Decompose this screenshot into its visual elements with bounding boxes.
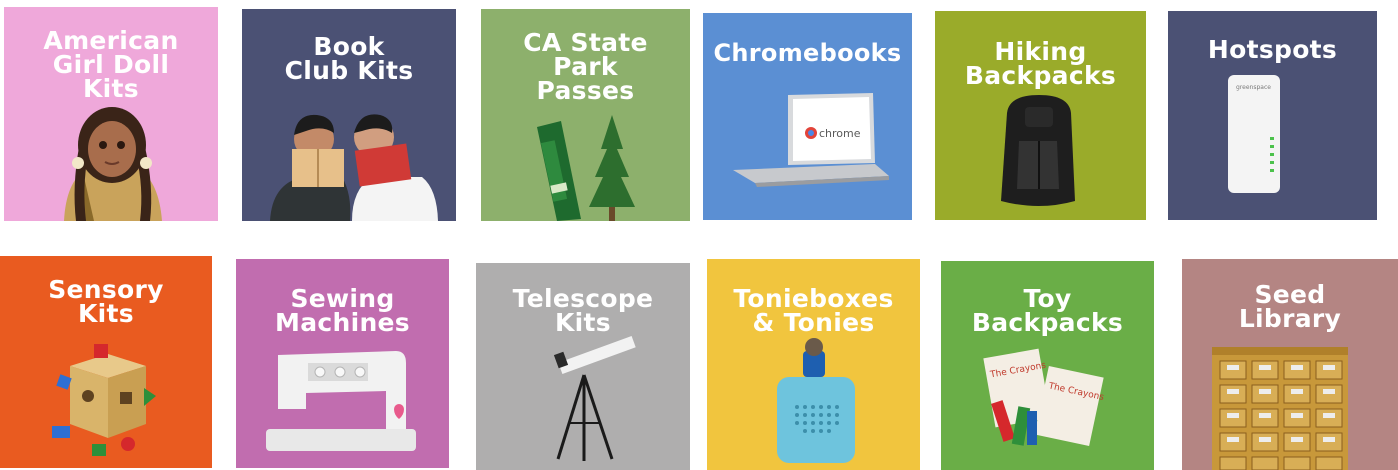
sewing-machine-image	[266, 351, 416, 451]
chromebook-laptop-image: chrome	[733, 93, 889, 187]
tile-hotspots[interactable]: Hotspots greenspace	[1168, 11, 1377, 220]
park-pass-and-tree-image	[537, 115, 635, 221]
toniebox-image	[777, 338, 855, 463]
tile-sewing-machines[interactable]: Sewing Machines	[236, 259, 449, 468]
tile-ca-state-park-passes[interactable]: CA State Park Passes	[481, 9, 690, 221]
tile-seed-library[interactable]: Seed Library	[1182, 259, 1398, 470]
book-club-readers-image	[270, 114, 438, 221]
doll-image	[64, 107, 162, 221]
tile-hiking-backpacks[interactable]: Hiking Backpacks	[935, 11, 1146, 220]
backpack-image	[1001, 95, 1075, 206]
tile-chromebooks[interactable]: Chromebooks chrome	[703, 13, 912, 220]
tile-american-girl-doll-kits[interactable]: American Girl Doll Kits	[4, 7, 218, 221]
tile-toy-backpacks[interactable]: Toy Backpacks The Crayons The Crayons	[941, 261, 1154, 470]
tile-sensory-kits[interactable]: Sensory Kits	[0, 256, 212, 468]
card-catalog-cabinet-image	[1212, 347, 1348, 470]
telescope-image	[553, 336, 636, 461]
tile-telescope-kits[interactable]: Telescope Kits	[476, 263, 690, 470]
hotspot-device-image: greenspace	[1228, 75, 1280, 193]
hotspot-brand-text: greenspace	[1236, 84, 1271, 91]
crayons-books-image: The Crayons The Crayons	[983, 348, 1105, 447]
tile-tonieboxes-and-tonies[interactable]: Tonieboxes & Tonies	[707, 259, 920, 470]
shape-sorter-cube-image	[52, 344, 156, 456]
chrome-screen-text: chrome	[819, 127, 861, 140]
tile-book-club-kits[interactable]: Book Club Kits	[242, 9, 456, 221]
